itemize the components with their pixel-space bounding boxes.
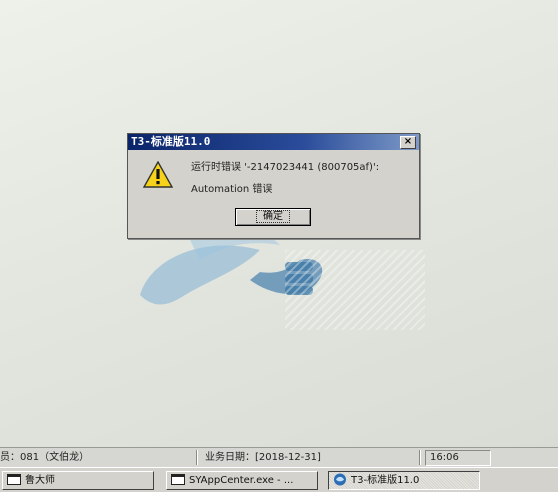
- desktop-pattern: [285, 250, 425, 330]
- taskbar-item-t3[interactable]: T3-标准版11.0: [328, 471, 480, 490]
- taskbar-item-label: T3-标准版11.0: [351, 475, 420, 486]
- taskbar-item-syappcenter[interactable]: SYAppCenter.exe - ...: [166, 471, 318, 490]
- dialog-title: T3-标准版11.0: [131, 135, 211, 148]
- window-icon: [7, 473, 21, 485]
- taskbar-item-label: 鲁大师: [25, 475, 55, 486]
- status-business-date: 业务日期：[2018-12-31]: [205, 452, 321, 463]
- t3-app-icon: [334, 473, 346, 485]
- error-message: 运行时错误 '-2147023441 (800705af)':: [191, 162, 380, 173]
- dialog-titlebar[interactable]: T3-标准版11.0 ×: [128, 134, 419, 150]
- ok-button-label: 确定: [256, 210, 290, 223]
- warning-icon: [143, 161, 173, 188]
- taskbar-item-label: SYAppCenter.exe - ...: [189, 475, 294, 486]
- close-icon: ×: [403, 136, 413, 147]
- taskbar-item-ludashi[interactable]: 鲁大师: [2, 471, 154, 490]
- status-bar: 员：081（文伯龙） 业务日期：[2018-12-31] 16:06: [0, 447, 558, 468]
- status-separator: [196, 450, 197, 465]
- close-button[interactable]: ×: [400, 136, 416, 149]
- status-separator: [419, 450, 420, 465]
- error-dialog: T3-标准版11.0 × 运行时错误 '-2147023441 (800705a…: [127, 133, 420, 239]
- status-time: 16:06: [425, 450, 491, 466]
- taskbar: 鲁大师 SYAppCenter.exe - ... T3-标准版11.0: [0, 467, 558, 492]
- error-detail: Automation 错误: [191, 184, 273, 195]
- window-icon: [171, 473, 185, 485]
- ok-button[interactable]: 确定: [235, 208, 311, 226]
- status-operator: 员：081（文伯龙）: [0, 452, 90, 463]
